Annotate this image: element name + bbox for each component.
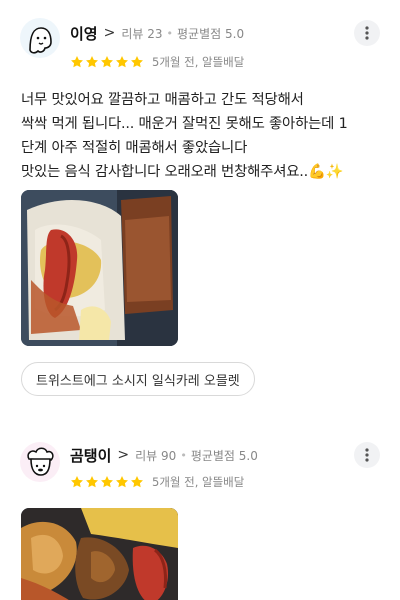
star-rating xyxy=(70,475,144,489)
ghost-face-icon xyxy=(29,27,52,54)
star-icon xyxy=(131,476,143,488)
food-photo-image xyxy=(21,508,178,600)
star-icon xyxy=(116,56,128,68)
star-icon xyxy=(86,56,98,68)
review-time-delivery: 5개월 전, 알뜰배달 xyxy=(152,55,245,69)
reviewer-header: 곰탱이 > 리뷰 90 • 평균별점 5.0 xyxy=(70,444,258,466)
review-time-delivery: 5개월 전, 알뜰배달 xyxy=(152,475,245,489)
reviewer-header: 이영 > 리뷰 23 • 평균별점 5.0 xyxy=(70,22,244,44)
reviewer-nickname[interactable]: 이영 xyxy=(70,23,98,44)
average-rating: 평균별점 5.0 xyxy=(190,448,258,463)
reviewer-nickname[interactable]: 곰탱이 xyxy=(70,445,111,466)
rating-row: 5개월 전, 알뜰배달 xyxy=(70,473,244,491)
review-text-line: 단계 아주 적절히 매콤해서 좋았습니다 xyxy=(21,140,248,156)
more-vertical-icon xyxy=(365,26,369,40)
review-photo[interactable] xyxy=(21,190,178,346)
more-options-button[interactable] xyxy=(354,442,380,468)
review-count: 리뷰 23 xyxy=(121,26,163,41)
review-card: 이영 > 리뷰 23 • 평균별점 5.0 5개월 전, 알뜰배달 너무 맛있어… xyxy=(0,0,400,430)
more-vertical-icon xyxy=(365,448,369,462)
separator-dot: • xyxy=(166,26,174,40)
star-icon xyxy=(101,476,113,488)
avatar[interactable] xyxy=(20,442,60,482)
star-icon xyxy=(131,56,143,68)
star-icon xyxy=(71,476,83,488)
review-text: 너무 맛있어요 깔끔하고 매콤하고 간도 적당해서 싹싹 먹게 됩니다... 매… xyxy=(21,88,386,184)
review-text-line: 너무 맛있어요 깔끔하고 매콤하고 간도 적당해서 xyxy=(21,92,304,108)
chevron-right-icon[interactable]: > xyxy=(117,447,129,463)
ordered-menu-chip[interactable]: 트위스트에그 소시지 일식카레 오믈렛 xyxy=(21,362,255,396)
star-icon xyxy=(86,476,98,488)
chevron-right-icon[interactable]: > xyxy=(104,25,116,41)
review-text-line: 맛있는 음식 감사합니다 오래오래 번창해주셔요..💪✨ xyxy=(21,164,344,180)
star-icon xyxy=(116,476,128,488)
star-icon xyxy=(71,56,83,68)
review-card: 곰탱이 > 리뷰 90 • 평균별점 5.0 5개월 전, 알뜰배달 xyxy=(0,430,400,600)
review-photo[interactable] xyxy=(21,508,178,600)
separator-dot: • xyxy=(180,448,187,462)
rating-row: 5개월 전, 알뜰배달 xyxy=(70,53,244,71)
review-count: 리뷰 90 xyxy=(135,448,177,463)
star-icon xyxy=(101,56,113,68)
review-text-line: 싹싹 먹게 됩니다... 매운거 잘먹진 못해도 좋아하는데 1 xyxy=(21,116,348,132)
food-photo-image xyxy=(21,190,178,346)
more-options-button[interactable] xyxy=(354,20,380,46)
star-rating xyxy=(70,55,144,69)
average-rating: 평균별점 5.0 xyxy=(177,26,245,41)
avatar[interactable] xyxy=(20,18,60,58)
chef-hat-face-icon xyxy=(27,447,54,476)
